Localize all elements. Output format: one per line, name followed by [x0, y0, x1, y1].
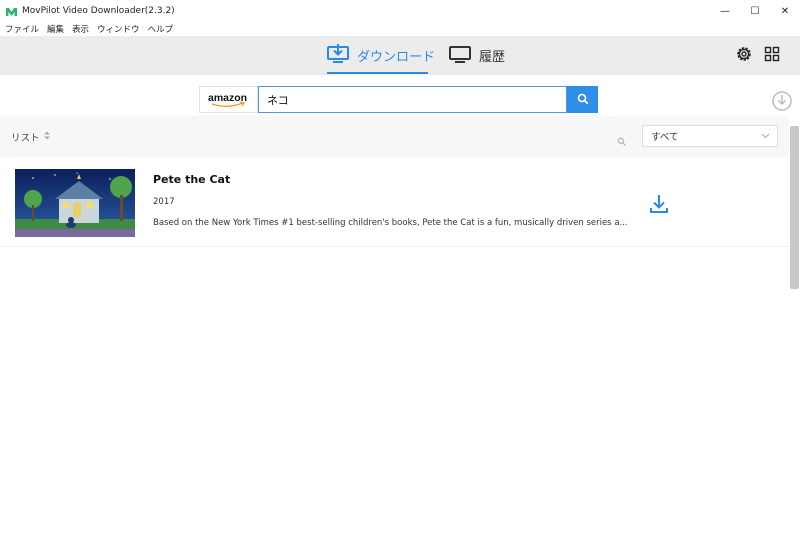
list-item[interactable]: Pete the Cat 2017 Based on the New York …	[0, 157, 789, 247]
amazon-logo: amazon	[208, 92, 247, 107]
scrollbar-thumb[interactable]	[790, 126, 799, 289]
circle-download-icon	[771, 91, 793, 116]
title-bar: MovPilot Video Downloader(2.3.2) — ☐ ✕	[0, 0, 800, 22]
tab-history[interactable]: 履歴	[449, 36, 505, 75]
menu-edit[interactable]: 編集	[47, 23, 64, 35]
download-icon	[648, 195, 670, 219]
grid-icon	[764, 46, 780, 66]
list-header: リスト すべて	[0, 116, 789, 157]
maximize-button[interactable]: ☐	[740, 0, 770, 22]
filter-search-icon[interactable]	[617, 131, 626, 150]
active-tab-indicator	[327, 72, 428, 74]
video-year: 2017	[153, 197, 175, 207]
scrollbar[interactable]	[789, 116, 800, 534]
close-button[interactable]: ✕	[770, 0, 800, 22]
monitor-icon	[449, 44, 471, 68]
menu-window[interactable]: ウィンドウ	[97, 23, 140, 35]
menu-view[interactable]: 表示	[72, 23, 89, 35]
download-button[interactable]	[648, 193, 670, 215]
download-all-button[interactable]	[771, 90, 793, 112]
search-input[interactable]	[258, 86, 567, 113]
list-sort[interactable]: リスト	[11, 130, 50, 144]
app-window: MovPilot Video Downloader(2.3.2) — ☐ ✕ フ…	[0, 0, 800, 534]
search-bar: amazon	[0, 75, 800, 116]
menu-bar: ファイル 編集 表示 ウィンドウ ヘルプ	[0, 22, 800, 36]
top-nav: ダウンロード 履歴	[0, 36, 800, 75]
app-logo-icon	[5, 5, 17, 17]
download-monitor-icon	[327, 43, 349, 68]
search-button[interactable]	[567, 86, 598, 113]
minimize-button[interactable]: —	[710, 0, 740, 22]
search-icon	[577, 90, 589, 109]
video-title: Pete the Cat	[153, 173, 231, 186]
site-selector[interactable]: amazon	[199, 86, 258, 113]
gear-icon	[735, 45, 753, 67]
filter-value: すべて	[651, 132, 679, 143]
video-thumbnail	[15, 169, 135, 237]
menu-file[interactable]: ファイル	[5, 23, 39, 35]
tab-download[interactable]: ダウンロード	[327, 36, 435, 75]
filter-dropdown[interactable]: すべて	[642, 125, 778, 147]
menu-help[interactable]: ヘルプ	[148, 23, 174, 35]
tab-download-label: ダウンロード	[357, 50, 436, 65]
sort-icon	[43, 131, 50, 143]
list-label: リスト	[11, 133, 40, 144]
window-title: MovPilot Video Downloader(2.3.2)	[22, 6, 175, 16]
chevron-down-icon	[761, 132, 770, 143]
video-description: Based on the New York Times #1 best-sell…	[153, 218, 628, 228]
window-controls: — ☐ ✕	[710, 0, 800, 22]
layout-button[interactable]	[762, 46, 782, 66]
settings-button[interactable]	[734, 46, 754, 66]
tab-history-label: 履歴	[479, 50, 506, 65]
